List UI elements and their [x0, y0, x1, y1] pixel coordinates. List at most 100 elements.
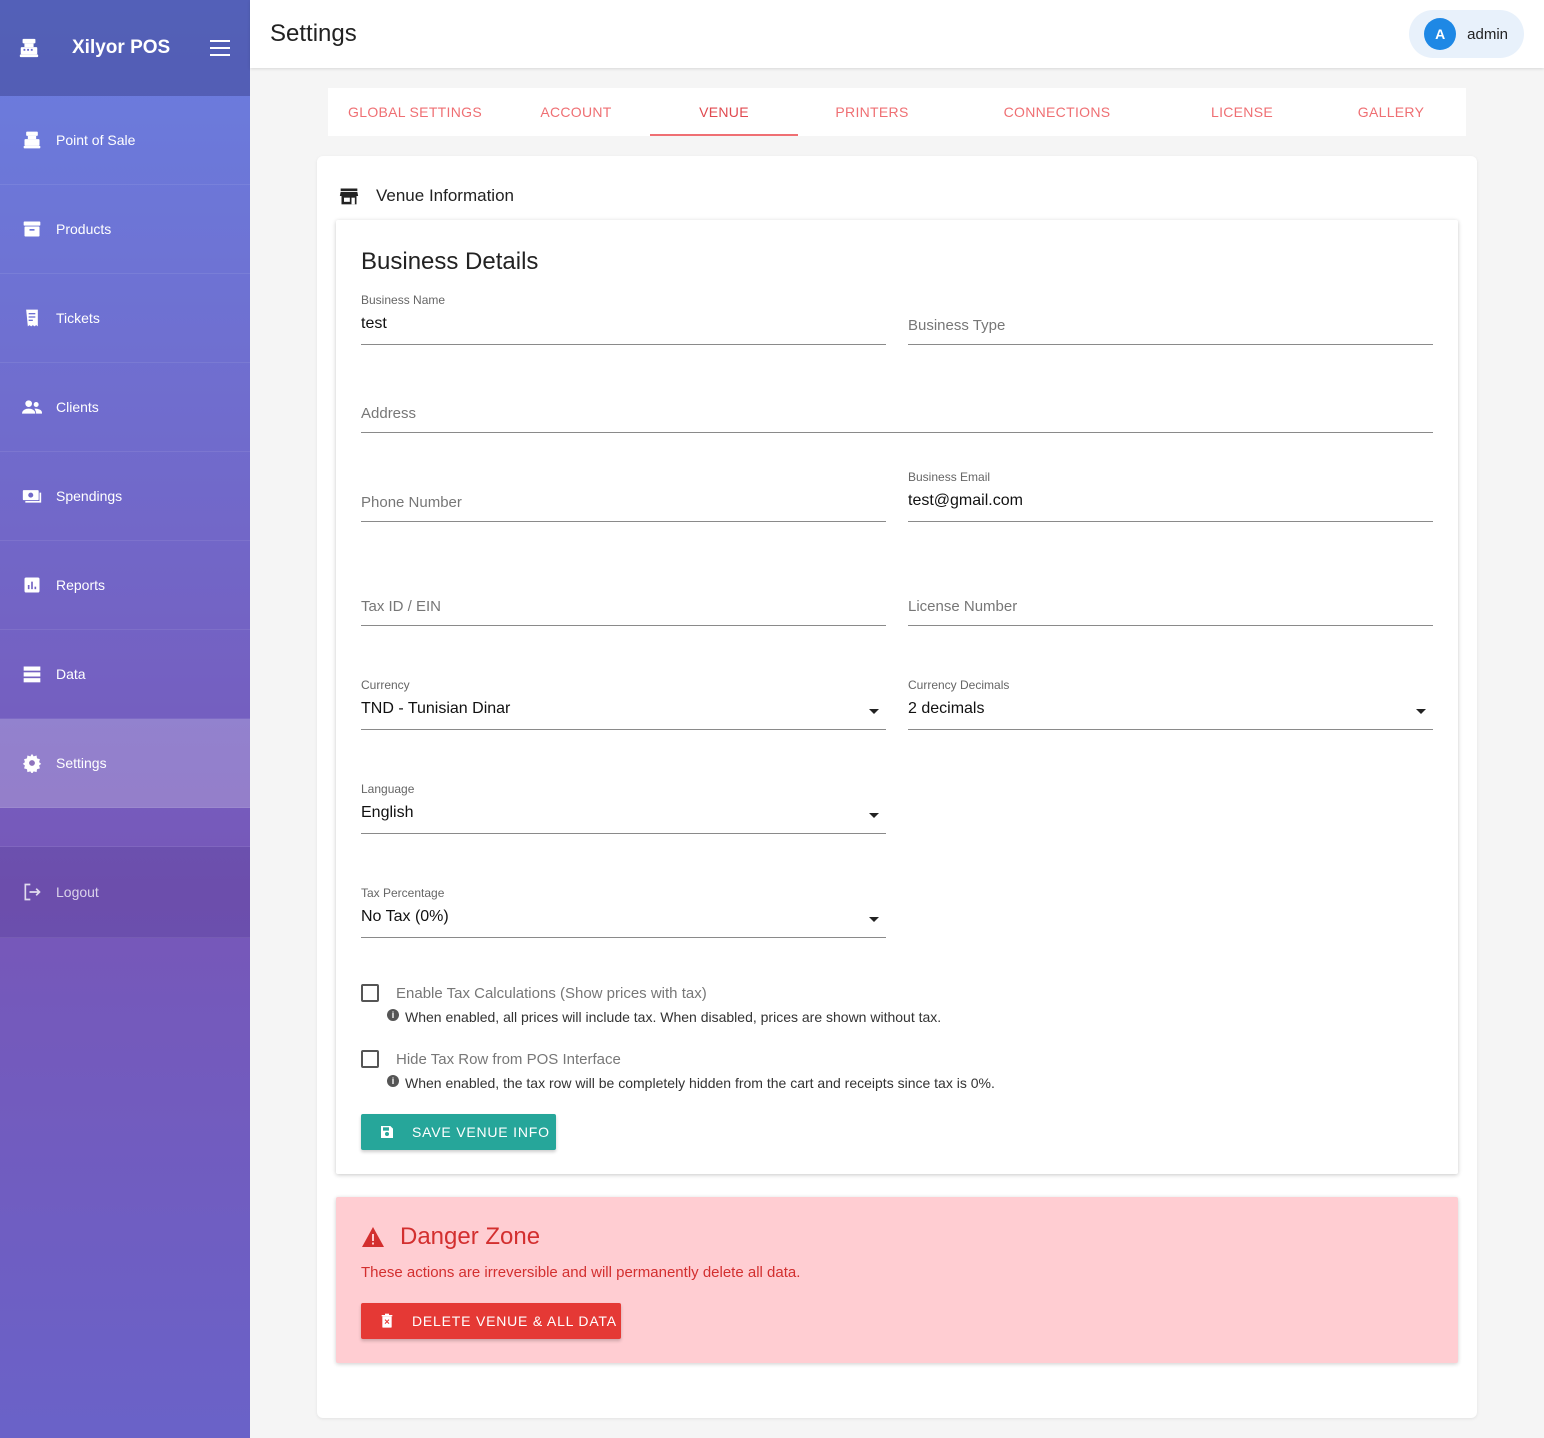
bar-chart-icon: [24, 577, 40, 593]
sidebar: Xilyor POS Point of Sale Products Ticket…: [0, 0, 250, 1438]
sidebar-item-tickets[interactable]: Tickets: [0, 274, 250, 363]
danger-text: These actions are irreversible and will …: [361, 1264, 801, 1281]
sidebar-item-data[interactable]: Data: [0, 630, 250, 719]
menu-toggle-icon[interactable]: [210, 40, 230, 56]
dropdown-arrow-icon: [1416, 709, 1426, 714]
business-type-field[interactable]: Business Type: [908, 283, 1433, 345]
checkbox-label: Hide Tax Row from POS Interface: [396, 1050, 621, 1068]
field-label: Language: [361, 782, 415, 796]
danger-zone: Danger Zone These actions are irreversib…: [336, 1197, 1458, 1363]
field-value: No Tax (0%): [361, 908, 449, 925]
delete-venue-button[interactable]: DELETE VENUE & ALL DATA: [361, 1303, 621, 1339]
delete-button-label: DELETE VENUE & ALL DATA: [412, 1313, 617, 1329]
section-header: Venue Information: [339, 186, 514, 206]
business-details-panel: Business Details Business Name test Busi…: [336, 220, 1458, 1174]
save-button-label: SAVE VENUE INFO: [412, 1124, 550, 1140]
license-number-field[interactable]: License Number: [908, 564, 1433, 626]
warning-icon: [362, 1227, 384, 1247]
business-details-title: Business Details: [361, 248, 539, 275]
app-name: Xilyor POS: [72, 37, 171, 58]
brand-bar: Xilyor POS: [0, 0, 250, 96]
sidebar-item-settings[interactable]: Settings: [0, 719, 250, 808]
field-placeholder: Tax ID / EIN: [361, 598, 442, 615]
section-title: Venue Information: [376, 186, 514, 205]
sidebar-item-point-of-sale[interactable]: Point of Sale: [0, 96, 250, 185]
sidebar-item-reports[interactable]: Reports: [0, 541, 250, 630]
sidebar-item-clients[interactable]: Clients: [0, 363, 250, 452]
field-label: Business Email: [908, 470, 991, 484]
tab-global-settings[interactable]: GLOBAL SETTINGS: [328, 88, 502, 136]
tax-percentage-select[interactable]: Tax Percentage No Tax (0%): [361, 876, 886, 938]
danger-title: Danger Zone: [400, 1223, 541, 1250]
phone-field[interactable]: Phone Number: [361, 460, 886, 522]
sidebar-item-products[interactable]: Products: [0, 185, 250, 274]
top-bar: Settings A admin: [250, 0, 1544, 68]
info-icon: i: [387, 1009, 399, 1021]
tab-gallery[interactable]: GALLERY: [1316, 88, 1466, 136]
sidebar-item-label: Clients: [56, 399, 99, 415]
sidebar-item-label: Products: [56, 221, 112, 237]
tab-printers[interactable]: PRINTERS: [798, 88, 946, 136]
dropdown-arrow-icon: [869, 709, 879, 714]
field-placeholder: License Number: [908, 598, 1018, 615]
field-label: Currency Decimals: [908, 678, 1010, 692]
money-icon: [22, 490, 42, 503]
danger-header: Danger Zone: [361, 1223, 540, 1251]
settings-tabs: GLOBAL SETTINGS ACCOUNT VENUE PRINTERS C…: [328, 88, 1466, 136]
currency-select[interactable]: Currency TND - Tunisian Dinar: [361, 668, 886, 730]
tab-connections[interactable]: CONNECTIONS: [946, 88, 1168, 136]
checkbox-label: Enable Tax Calculations (Show prices wit…: [396, 984, 707, 1002]
save-venue-button[interactable]: SAVE VENUE INFO: [361, 1114, 556, 1150]
tab-venue[interactable]: VENUE: [650, 88, 798, 136]
field-value: TND - Tunisian Dinar: [361, 700, 511, 717]
address-field[interactable]: Address: [361, 371, 1433, 433]
sidebar-divider: [0, 808, 250, 847]
field-value: English: [361, 804, 414, 821]
field-placeholder: Phone Number: [361, 494, 462, 511]
business-name-field[interactable]: Business Name test: [361, 283, 886, 345]
cash-register-icon: [23, 131, 41, 149]
user-menu[interactable]: A admin: [1409, 10, 1524, 58]
enable-tax-checkbox[interactable]: [361, 984, 379, 1002]
sidebar-item-label: Data: [56, 666, 86, 682]
people-icon: [22, 400, 42, 414]
sidebar-item-label: Point of Sale: [56, 132, 136, 148]
venue-card: Venue Information Business Details Busin…: [317, 156, 1477, 1418]
logout-icon: [24, 883, 41, 901]
field-value: test: [361, 315, 387, 332]
info-icon: i: [387, 1075, 399, 1087]
cash-register-logo-icon: [19, 38, 39, 58]
sidebar-item-logout[interactable]: Logout: [0, 847, 250, 938]
gear-icon: [22, 753, 42, 773]
hint-text: When enabled, all prices will include ta…: [405, 1009, 942, 1025]
field-label: Business Name: [361, 293, 446, 307]
save-icon: [381, 1126, 393, 1138]
sidebar-item-label: Logout: [56, 884, 99, 900]
store-icon: [339, 188, 359, 205]
sidebar-item-label: Tickets: [56, 310, 100, 326]
tab-license[interactable]: LICENSE: [1168, 88, 1316, 136]
field-placeholder: Address: [361, 405, 417, 422]
hint-text: When enabled, the tax row will be comple…: [405, 1075, 995, 1091]
field-placeholder: Business Type: [908, 317, 1006, 334]
page-title: Settings: [270, 20, 357, 47]
enable-tax-checkbox-row: Enable Tax Calculations (Show prices wit…: [361, 984, 707, 1002]
dropdown-arrow-icon: [869, 813, 879, 818]
username: admin: [1467, 25, 1508, 43]
tax-id-field[interactable]: Tax ID / EIN: [361, 564, 886, 626]
business-email-field[interactable]: Business Email test@gmail.com: [908, 460, 1433, 522]
hide-tax-row-hint: i When enabled, the tax row will be comp…: [387, 1075, 995, 1091]
archive-box-icon: [23, 221, 41, 237]
language-select[interactable]: Language English: [361, 772, 886, 834]
sidebar-item-label: Spendings: [56, 488, 123, 504]
sidebar-item-label: Settings: [56, 755, 107, 771]
sidebar-item-spendings[interactable]: Spendings: [0, 452, 250, 541]
database-icon: [23, 666, 41, 683]
currency-decimals-select[interactable]: Currency Decimals 2 decimals: [908, 668, 1433, 730]
field-value: 2 decimals: [908, 700, 985, 717]
tab-account[interactable]: ACCOUNT: [502, 88, 650, 136]
enable-tax-hint: i When enabled, all prices will include …: [387, 1009, 941, 1025]
hide-tax-row-checkbox-row: Hide Tax Row from POS Interface: [361, 1050, 621, 1068]
hide-tax-row-checkbox[interactable]: [361, 1050, 379, 1068]
dropdown-arrow-icon: [869, 917, 879, 922]
